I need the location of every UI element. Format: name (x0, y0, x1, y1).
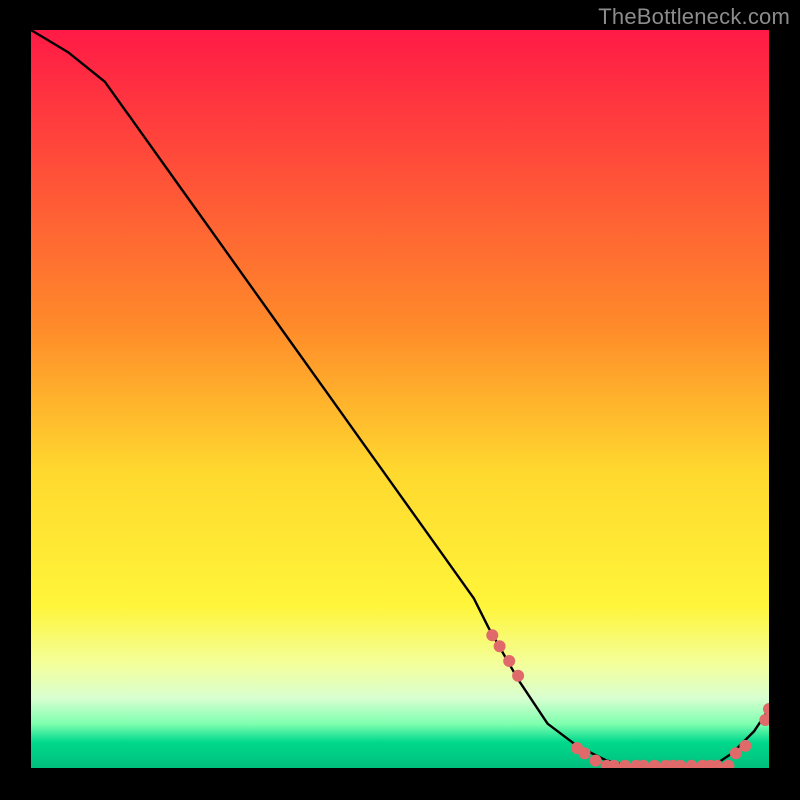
bottleneck-chart (0, 0, 800, 800)
plot-background (31, 30, 769, 768)
data-point (730, 747, 742, 759)
data-point (503, 655, 515, 667)
watermark-text: TheBottleneck.com (598, 4, 790, 30)
data-point (579, 747, 591, 759)
data-point (486, 629, 498, 641)
chart-stage: TheBottleneck.com (0, 0, 800, 800)
data-point (494, 640, 506, 652)
data-point (739, 740, 751, 752)
data-point (590, 755, 602, 767)
data-point (512, 670, 524, 682)
